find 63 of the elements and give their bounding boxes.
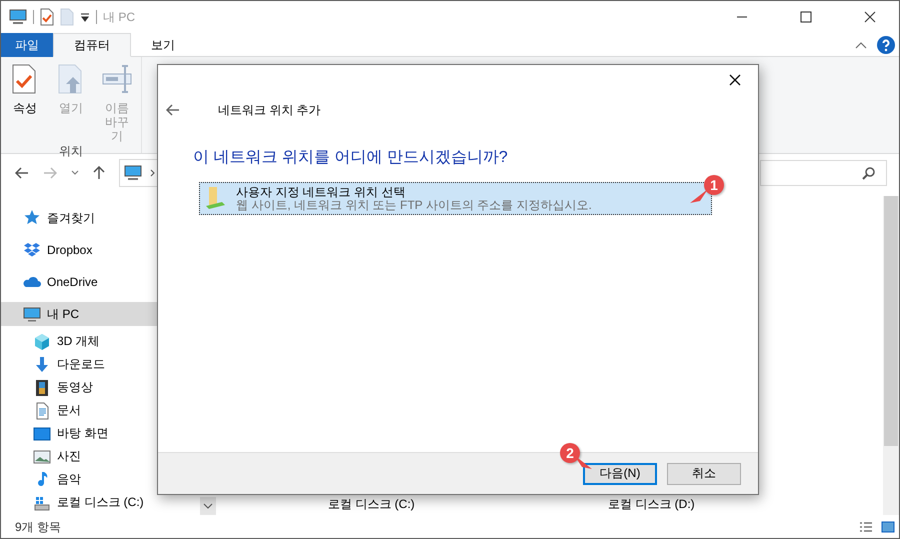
dropdown-icon [80, 12, 90, 22]
chevron-down-icon [71, 170, 79, 176]
sidebar-item[interactable]: 바탕 화면 [1, 422, 218, 445]
search-field[interactable] [760, 160, 887, 186]
back-arrow-icon [166, 104, 180, 116]
sidebar-item[interactable]: 문서 [1, 399, 218, 422]
ribbon-tab[interactable]: 보기 [131, 33, 195, 57]
sidebar-item[interactable]: 음악 [1, 468, 218, 491]
drive-label[interactable]: 로컬 디스크 (D:) [608, 496, 718, 513]
scroll-thumb[interactable] [884, 196, 898, 446]
film-icon [33, 378, 51, 396]
number-badge: 1 [704, 175, 724, 195]
dialog-button[interactable]: 다음(N) [583, 462, 657, 484]
question-mark-icon [877, 36, 895, 54]
sidebar-item[interactable]: 로컬 디스크 (C:) [1, 491, 218, 514]
dialog-heading: 이 네트워크 위치를 어디에 만드시겠습니까? [193, 148, 509, 168]
help-icon[interactable] [877, 36, 895, 54]
location-option[interactable]: 사용자 지정 네트워크 위치 선택 웹 사이트, 네트워크 위치 또는 FTP 사이트의 주소를 지정하십시오. [199, 182, 712, 215]
scrollbar[interactable] [883, 196, 899, 515]
up-arrow-icon [93, 166, 105, 180]
blank-document-icon [60, 8, 74, 26]
star-icon [23, 209, 41, 227]
rename-field-icon [101, 63, 133, 95]
option-description: 웹 사이트, 네트워크 위치 또는 FTP 사이트의 주소를 지정하십시오. [236, 198, 592, 212]
sidebar-item[interactable]: Dropbox [1, 234, 218, 266]
monitor-icon [23, 305, 41, 323]
item-count: 9개 항목 [15, 518, 62, 536]
number-badge: 2 [560, 443, 580, 463]
sidebar-item[interactable]: 다운로드 [1, 353, 218, 376]
search-icon [862, 166, 876, 180]
details-view-icon [859, 521, 873, 533]
collapse-caret-icon [855, 40, 867, 48]
dialog-title: 네트워크 위치 추가 [218, 102, 321, 118]
sidebar-item[interactable]: 3D 개체 [1, 330, 218, 353]
photo-icon [33, 448, 51, 466]
option-title: 사용자 지정 네트워크 위치 선택 [236, 186, 406, 198]
back-arrow-icon [15, 167, 29, 179]
ribbon-tab[interactable]: 컴퓨터 [53, 33, 131, 57]
group-label: 위치 [59, 143, 83, 160]
dropbox-icon [23, 241, 41, 259]
file-tab[interactable]: 파일 [1, 33, 53, 57]
chevron-down-icon [203, 503, 213, 509]
monitor-icon [9, 9, 27, 25]
chevron-right-icon [150, 169, 156, 177]
large-icons-view-icon [881, 521, 895, 533]
back-button[interactable] [166, 102, 182, 118]
maximize-icon [800, 11, 812, 23]
down-arrow-icon [33, 356, 51, 374]
sidebar-item[interactable]: 동영상 [1, 376, 218, 399]
close-icon [729, 74, 741, 86]
desktop-icon [33, 424, 51, 442]
forward-arrow-icon [43, 167, 57, 179]
monitor-icon [124, 165, 142, 181]
scroll-down-button[interactable] [200, 497, 216, 515]
cube-icon [33, 332, 51, 350]
window-title: 내 PC [103, 8, 136, 26]
drive-label[interactable]: 로컬 디스크 (C:) [328, 496, 438, 513]
dialog-button[interactable]: 취소 [667, 462, 741, 484]
close-icon [864, 11, 876, 23]
sidebar-item[interactable]: OneDrive [1, 266, 218, 298]
ribbon-button[interactable]: 속성 [3, 63, 47, 143]
sidebar-item[interactable]: 사진 [1, 445, 218, 468]
checkmark-document-icon [40, 8, 54, 26]
